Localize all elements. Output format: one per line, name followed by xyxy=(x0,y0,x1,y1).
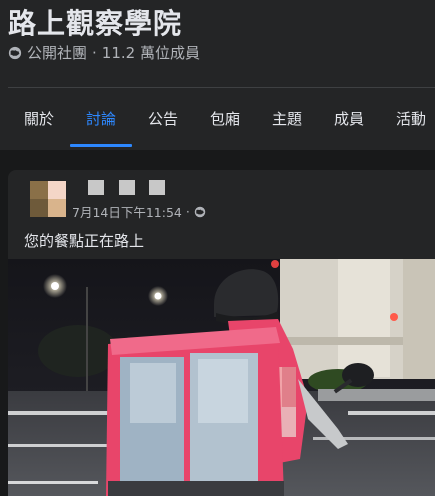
tab-rooms[interactable]: 包廂 xyxy=(210,88,240,150)
group-member-count[interactable]: 11.2 萬位成員 xyxy=(102,42,200,63)
meta-separator: · xyxy=(185,204,190,219)
tab-discussion[interactable]: 討論 xyxy=(86,88,116,150)
post-text: 您的餐點正在路上 xyxy=(24,232,145,250)
tab-about[interactable]: 關於 xyxy=(24,88,54,150)
globe-icon xyxy=(8,46,22,59)
avatar[interactable] xyxy=(30,181,66,217)
tab-topics[interactable]: 主題 xyxy=(272,88,302,150)
group-title[interactable]: 路上觀察學院 xyxy=(8,2,182,42)
globe-icon xyxy=(194,206,206,217)
night-street-photo xyxy=(8,259,435,496)
post-photo[interactable] xyxy=(8,259,435,496)
tab-members[interactable]: 成員 xyxy=(334,88,364,150)
group-privacy: 公開社團 xyxy=(27,44,88,62)
meta-separator: · xyxy=(92,43,97,62)
tab-announcements[interactable]: 公告 xyxy=(148,88,178,150)
post-meta: 7月14日下午11:54 · xyxy=(72,202,206,221)
feed-gap xyxy=(0,150,435,170)
tab-events[interactable]: 活動 xyxy=(396,88,426,150)
post-timestamp[interactable]: 7月14日下午11:54 xyxy=(72,202,182,221)
group-tabs: 關於 討論 公告 包廂 主題 成員 活動 xyxy=(0,88,435,150)
group-header: 路上觀察學院 公開社團 · 11.2 萬位成員 關於 討論 公告 包廂 主題 成… xyxy=(0,0,435,150)
active-tab-indicator xyxy=(70,144,132,147)
post-card: 7月14日下午11:54 · 您的餐點正在路上 xyxy=(8,170,435,496)
group-meta: 公開社團 · 11.2 萬位成員 xyxy=(8,42,200,63)
